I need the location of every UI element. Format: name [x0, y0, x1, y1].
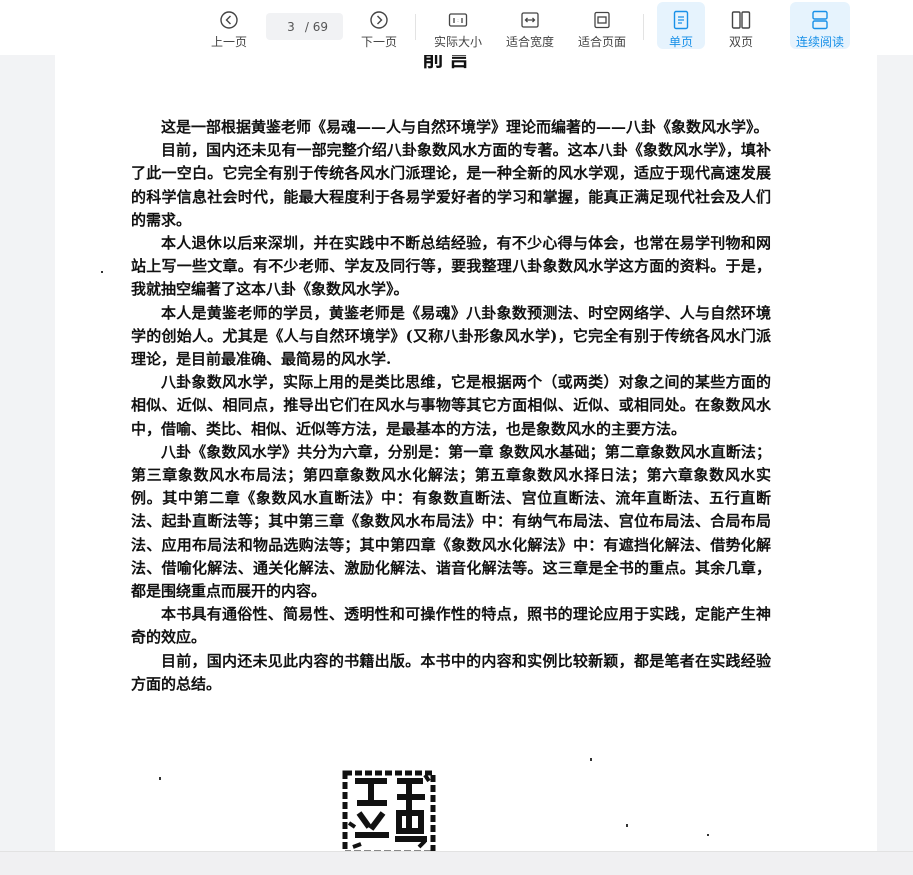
scan-speck [590, 758, 592, 761]
document-page: 前言 这是一部根据黄鉴老师《易魂——人与自然环境学》理论而编著的——八卦《象数风… [55, 55, 877, 851]
double-page-button[interactable]: 双页 [717, 2, 765, 49]
chevron-left-circle-icon [219, 8, 239, 31]
paragraph: 本人是黄鉴老师的学员，黄鉴老师是《易魂》八卦象数预测法、时空网络学、人与自然环境… [131, 303, 771, 369]
paragraph: 目前，国内还未见有一部完整介绍八卦象数风水方面的专著。这本八卦《象数风水学》，填… [131, 141, 771, 229]
bottom-status-bar [0, 851, 913, 875]
next-page-label: 下一页 [360, 35, 397, 49]
toolbar-divider [415, 14, 416, 40]
page-heading: 前言 [422, 55, 475, 72]
paragraph: 八卦象数风水学，实际上用的是类比思维，它是根据两个（或两类）对象之间的某些方面的… [131, 373, 771, 438]
fit-width-button[interactable]: 适合宽度 [500, 2, 560, 49]
fit-page-button[interactable]: 适合页面 [572, 2, 632, 49]
page-indicator: / 69 [266, 13, 343, 40]
prev-page-button[interactable]: 上一页 [203, 2, 255, 49]
seal-stamp-icon [337, 765, 443, 851]
scan-speck [159, 777, 161, 780]
paragraph: 八卦《象数风水学》共分为六章，分别是：第一章 象数风水基础；第二章象数风水直断法… [131, 442, 771, 601]
current-page-input[interactable] [280, 19, 301, 34]
chevron-right-circle-icon [369, 8, 389, 31]
toolbar-divider [643, 14, 644, 40]
scan-speck [626, 824, 628, 827]
double-page-icon [731, 8, 751, 31]
fit-page-label: 适合页面 [577, 35, 626, 49]
next-page-button[interactable]: 下一页 [353, 2, 405, 49]
continuous-reading-label: 连续阅读 [795, 35, 844, 49]
fit-width-label: 适合宽度 [505, 35, 554, 49]
toolbar: 上一页 / 69 下一页 实际大小 适合宽度 适合页面 单页 [0, 0, 913, 55]
double-page-label: 双页 [728, 35, 753, 49]
fit-page-icon [592, 8, 612, 31]
actual-size-button[interactable]: 实际大小 [428, 2, 488, 49]
scan-speck [707, 834, 709, 836]
fit-width-icon [520, 8, 540, 31]
paragraph: 本书具有通俗性、简易性、透明性和可操作性的特点，照书的理论应用于实践，定能产生神… [131, 605, 771, 647]
single-page-button[interactable]: 单页 [657, 2, 705, 49]
paragraph: 这是一部根据黄鉴老师《易魂——人与自然环境学》理论而编著的——八卦《象数风水学》… [161, 118, 769, 136]
prev-page-label: 上一页 [210, 35, 247, 49]
continuous-reading-button[interactable]: 连续阅读 [790, 2, 850, 49]
page-total: / 69 [304, 19, 329, 34]
single-page-label: 单页 [668, 35, 693, 49]
paragraph: 本人退休以后来深圳，并在实践中不断总结经验，有不少心得与体会，也常在易学刊物和网… [131, 234, 771, 299]
paragraph: 目前，国内还未见此内容的书籍出版。本书中的内容和实例比较新颖，都是笔者在实践经验… [131, 651, 771, 693]
actual-size-label: 实际大小 [433, 35, 482, 49]
single-page-icon [672, 8, 690, 31]
document-body: 这是一部根据黄鉴老师《易魂——人与自然环境学》理论而编著的——八卦《象数风水学》… [131, 116, 771, 696]
scan-speck [101, 271, 103, 273]
one-to-one-icon [448, 8, 468, 31]
continuous-scroll-icon [810, 8, 830, 31]
